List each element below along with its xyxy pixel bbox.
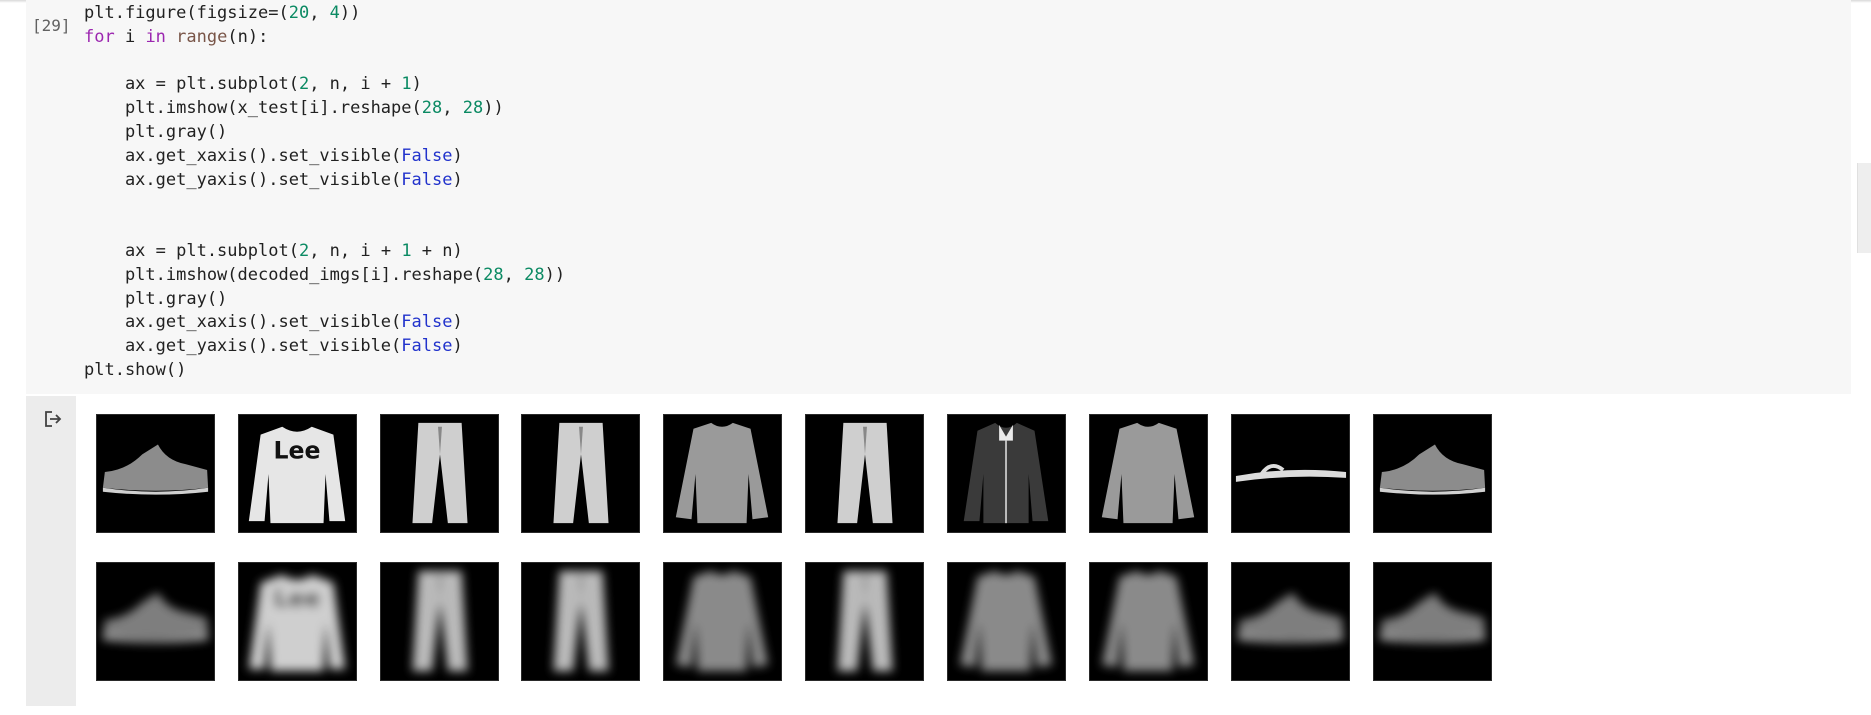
code-line: for i in range(n): <box>84 26 269 47</box>
svg-text:Lee: Lee <box>274 584 321 612</box>
decoded-image-1 <box>96 562 215 681</box>
decoded-image-9 <box>1231 562 1350 681</box>
original-image-9 <box>1231 414 1350 533</box>
output-gutter <box>26 396 76 706</box>
decoded-image-7 <box>947 562 1066 681</box>
original-image-5 <box>663 414 782 533</box>
code-line: plt.imshow(decoded_imgs[i].reshape(28, 2… <box>84 264 566 285</box>
code-line: ax = plt.subplot(2, n, i + 1 + n) <box>84 240 463 261</box>
execution-count: [29] <box>32 16 71 35</box>
decoded-image-3 <box>380 562 499 681</box>
code-line: ax.get_yaxis().set_visible(False) <box>84 169 463 190</box>
code-line: plt.figure(figsize=(20, 4)) <box>84 3 361 23</box>
original-image-1 <box>96 414 215 533</box>
code-line: plt.imshow(x_test[i].reshape(28, 28)) <box>84 98 504 119</box>
decoded-image-6 <box>805 562 924 681</box>
code-line: ax = plt.subplot(2, n, i + 1) <box>84 74 422 95</box>
output-redirect-icon[interactable] <box>42 408 64 430</box>
original-image-4 <box>521 414 640 533</box>
decoded-image-2: Lee <box>238 562 357 681</box>
code-line: plt.gray() <box>84 121 228 142</box>
original-image-6 <box>805 414 924 533</box>
code-editor[interactable]: plt.figure(figsize=(20, 4)) for i in rang… <box>84 2 565 383</box>
decoded-image-4 <box>521 562 640 681</box>
decoded-image-5 <box>663 562 782 681</box>
scrollbar-thumb[interactable] <box>1857 163 1871 253</box>
code-line: ax.get_xaxis().set_visible(False) <box>84 145 463 166</box>
original-image-10 <box>1373 414 1492 533</box>
code-line: plt.gray() <box>84 288 228 309</box>
svg-text:Lee: Lee <box>274 436 321 464</box>
original-image-7 <box>947 414 1066 533</box>
original-image-2: Lee <box>238 414 357 533</box>
code-line: ax.get_xaxis().set_visible(False) <box>84 312 463 333</box>
code-line: plt.show() <box>84 359 187 380</box>
decoded-image-10 <box>1373 562 1492 681</box>
code-line: ax.get_yaxis().set_visible(False) <box>84 336 463 357</box>
decoded-image-8 <box>1089 562 1208 681</box>
original-image-8 <box>1089 414 1208 533</box>
original-image-3 <box>380 414 499 533</box>
